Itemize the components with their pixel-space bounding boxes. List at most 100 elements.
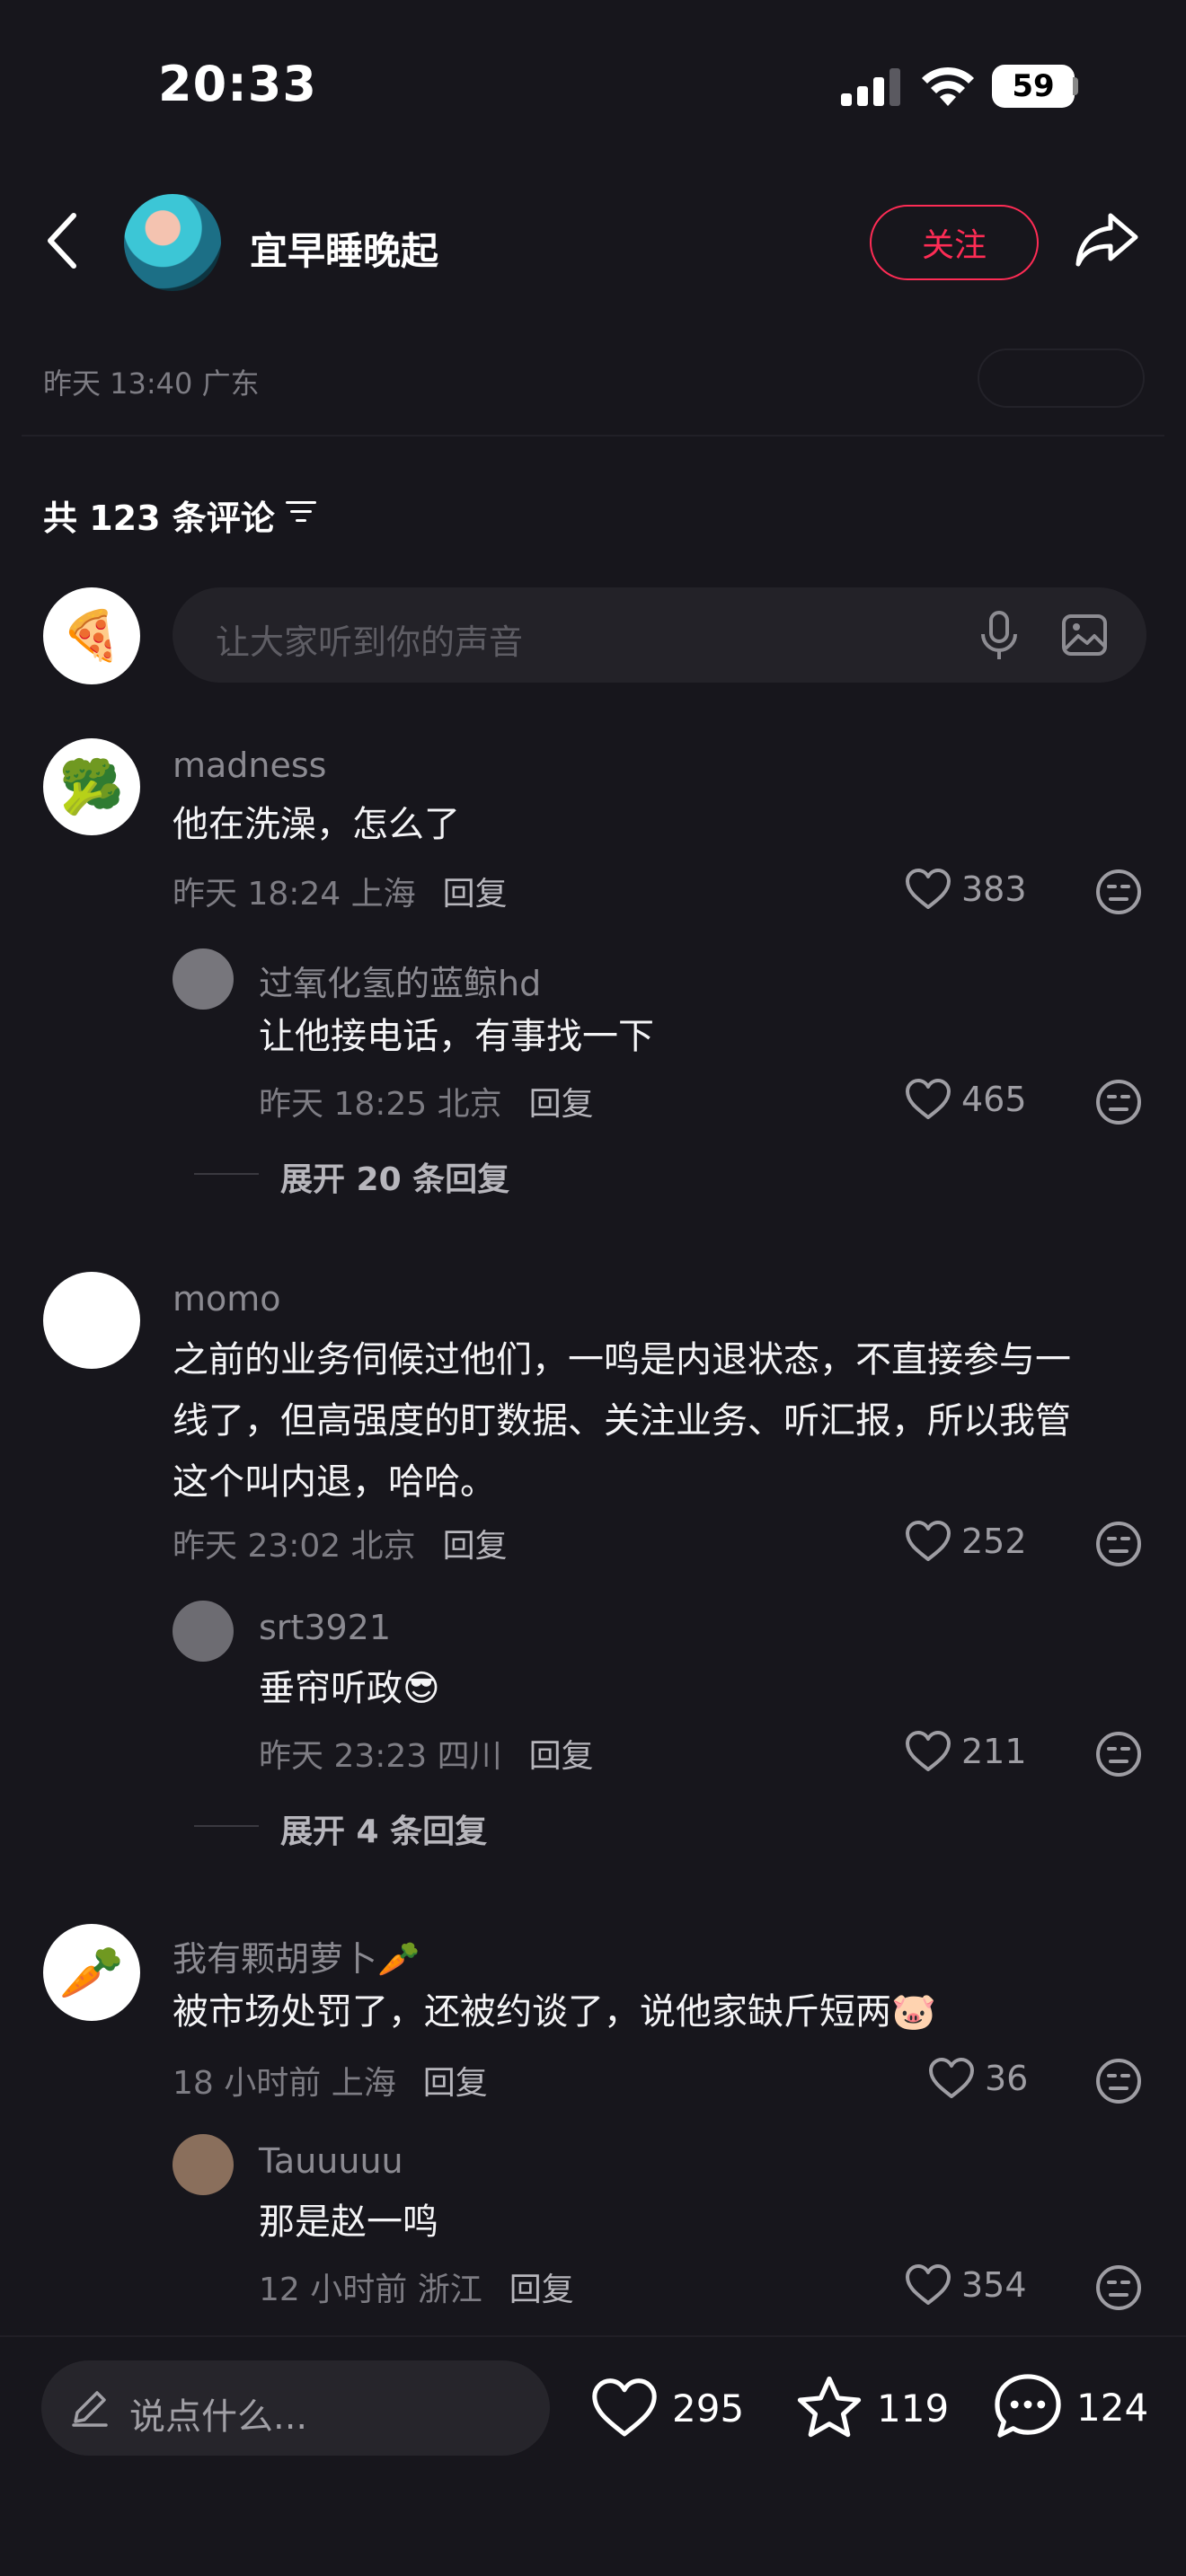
author-avatar[interactable]: [124, 194, 221, 291]
comment-text-line: 这个叫内退，哈哈。: [173, 1461, 496, 1503]
battery-cap: [1073, 77, 1078, 95]
favorite-button[interactable]: 119: [794, 2375, 949, 2441]
dislike-icon[interactable]: [1094, 1520, 1143, 1568]
reply-button[interactable]: 回复: [529, 1738, 594, 1775]
commenter-name[interactable]: 我有颗胡萝卜🥕: [173, 1931, 420, 1981]
comment-meta: 昨天 18:24 上海 回复: [173, 868, 508, 914]
reply-button[interactable]: 回复: [423, 2065, 488, 2102]
back-icon[interactable]: [45, 212, 81, 269]
reply-button[interactable]: 回复: [529, 1086, 594, 1123]
comment-input[interactable]: 让大家听到你的声音: [173, 587, 1146, 683]
replier-name[interactable]: srt3921: [259, 1608, 391, 1647]
reply-text: 垂帘听政😎: [259, 1658, 440, 1719]
reply-button[interactable]: 回复: [509, 2272, 574, 2308]
comment-meta: 昨天 23:02 北京 回复: [173, 1520, 508, 1566]
replier-avatar[interactable]: [173, 1601, 234, 1662]
author-name[interactable]: 宜早睡晚起: [250, 221, 438, 276]
comment-meta: 18 小时前 上海 回复: [173, 2057, 488, 2104]
comments-button[interactable]: 124: [992, 2371, 1148, 2443]
pig-emoji-icon: 🐷: [891, 1991, 936, 2033]
chat-bubble-icon: [995, 2374, 1061, 2438]
reply-button[interactable]: 回复: [443, 1528, 508, 1565]
wifi-icon: [922, 66, 974, 106]
replier-name[interactable]: Tauuuuu: [259, 2141, 403, 2181]
replier-avatar[interactable]: [173, 2134, 234, 2195]
sunglasses-emoji-icon: 😎: [403, 1668, 440, 1709]
reply-time-location: 昨天 18:25 北京: [259, 1086, 502, 1123]
microphone-icon[interactable]: [979, 611, 1019, 661]
post-like-count: 295: [672, 2386, 745, 2430]
heart-icon: [906, 1079, 951, 1119]
like-button[interactable]: 465: [904, 1078, 1027, 1121]
favorite-count: 119: [877, 2386, 950, 2430]
reply-text: 那是赵一鸣: [259, 2201, 438, 2243]
commenter-avatar[interactable]: 😂: [43, 1272, 140, 1369]
replier-avatar[interactable]: [173, 948, 234, 1010]
heart-icon: [906, 2264, 951, 2305]
expand-line: [194, 1173, 259, 1175]
reply-time-location: 12 小时前 浙江: [259, 2272, 482, 2308]
heart-icon: [906, 1731, 951, 1771]
dislike-icon[interactable]: [1094, 868, 1143, 916]
heart-icon: [906, 1521, 951, 1561]
reply-meta: 昨天 18:25 北京 回复: [259, 1078, 594, 1125]
comments-count: 共 123 条评论: [43, 498, 275, 538]
comment-text-line: 线了，但高强度的盯数据、关注业务、听汇报，所以我管: [173, 1400, 1071, 1442]
like-count: 211: [961, 1732, 1027, 1771]
image-icon[interactable]: [1062, 614, 1107, 656]
status-time: 20:33: [158, 56, 317, 112]
comment-input-placeholder: 让大家听到你的声音: [216, 622, 524, 662]
commenter-name[interactable]: madness: [173, 745, 326, 785]
star-icon: [797, 2376, 862, 2438]
dislike-icon[interactable]: [1094, 1078, 1143, 1126]
pencil-icon: [72, 2391, 108, 2427]
sort-icon[interactable]: [286, 499, 318, 525]
like-button[interactable]: 252: [904, 1520, 1027, 1563]
dislike-icon[interactable]: [1094, 1730, 1143, 1778]
dislike-icon[interactable]: [1094, 2057, 1143, 2105]
reply-button[interactable]: 回复: [443, 876, 508, 913]
like-count: 252: [961, 1522, 1027, 1561]
heart-icon: [592, 2378, 657, 2437]
like-button[interactable]: 354: [904, 2263, 1027, 2307]
ghost-pill: [978, 348, 1145, 408]
commenter-name-text: 我有颗胡萝卜: [173, 1939, 378, 1979]
commenter-avatar[interactable]: 🥦: [43, 738, 140, 835]
reply-time-location: 昨天 23:23 四川: [259, 1738, 502, 1775]
post-meta: 昨天 13:40 广东: [43, 366, 260, 401]
like-count: 465: [961, 1080, 1027, 1119]
share-icon[interactable]: [1075, 210, 1139, 269]
reply-meta: 12 小时前 浙江 回复: [259, 2263, 574, 2310]
reply-text: 让他接电话，有事找一下: [259, 1016, 654, 1057]
like-button[interactable]: 211: [904, 1730, 1027, 1773]
bottom-comment-input[interactable]: 说点什么...: [41, 2360, 550, 2456]
expand-replies-button[interactable]: 展开 4 条回复: [280, 1805, 487, 1852]
like-count: 383: [961, 869, 1027, 909]
replier-name[interactable]: 过氧化氢的蓝鲸hd: [259, 956, 541, 1005]
comments-total: 124: [1076, 2385, 1149, 2430]
reply-meta: 昨天 23:23 四川 回复: [259, 1730, 594, 1777]
carrot-emoji-icon: 🥕: [377, 1939, 420, 1979]
expand-line: [194, 1825, 259, 1827]
dislike-icon[interactable]: [1094, 2263, 1143, 2312]
expand-replies-button[interactable]: 展开 20 条回复: [280, 1153, 509, 1200]
battery-indicator: 59: [992, 65, 1075, 108]
heart-icon: [906, 869, 951, 909]
commenter-name[interactable]: momo: [173, 1279, 281, 1319]
commenter-avatar[interactable]: 🥕: [43, 1924, 140, 2021]
like-button[interactable]: 36: [927, 2057, 1028, 2100]
comment-text: 被市场处罚了，还被约谈了，说他家缺斤短两🐷: [173, 1981, 936, 2042]
my-avatar: 🍕: [43, 587, 140, 684]
post-like-button[interactable]: 295: [589, 2377, 744, 2439]
heart-icon: [929, 2058, 974, 2098]
follow-button[interactable]: 关注: [870, 205, 1039, 280]
comment-text-line: 之前的业务伺候过他们，一鸣是内退状态，不直接参与一: [173, 1339, 1071, 1381]
comment-text: 他在洗澡，怎么了: [173, 804, 460, 845]
bottom-input-placeholder: 说点什么...: [129, 2396, 308, 2438]
like-count: 354: [961, 2265, 1027, 2305]
reply-text-content: 垂帘听政: [259, 1668, 403, 1709]
like-button[interactable]: 383: [904, 868, 1027, 911]
like-count: 36: [985, 2059, 1029, 2098]
comment-text-content: 被市场处罚了，还被约谈了，说他家缺斤短两: [173, 1991, 891, 2033]
divider: [22, 435, 1164, 437]
